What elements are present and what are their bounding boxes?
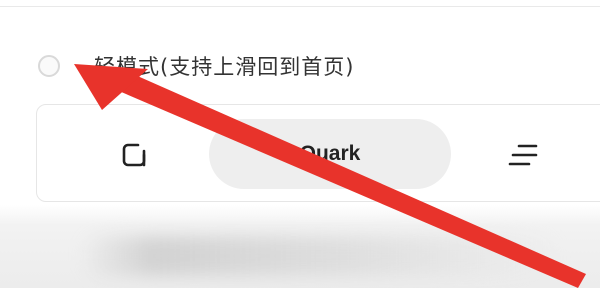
arrow-shaft [112, 70, 586, 288]
red-arrow-annotation [74, 64, 586, 288]
